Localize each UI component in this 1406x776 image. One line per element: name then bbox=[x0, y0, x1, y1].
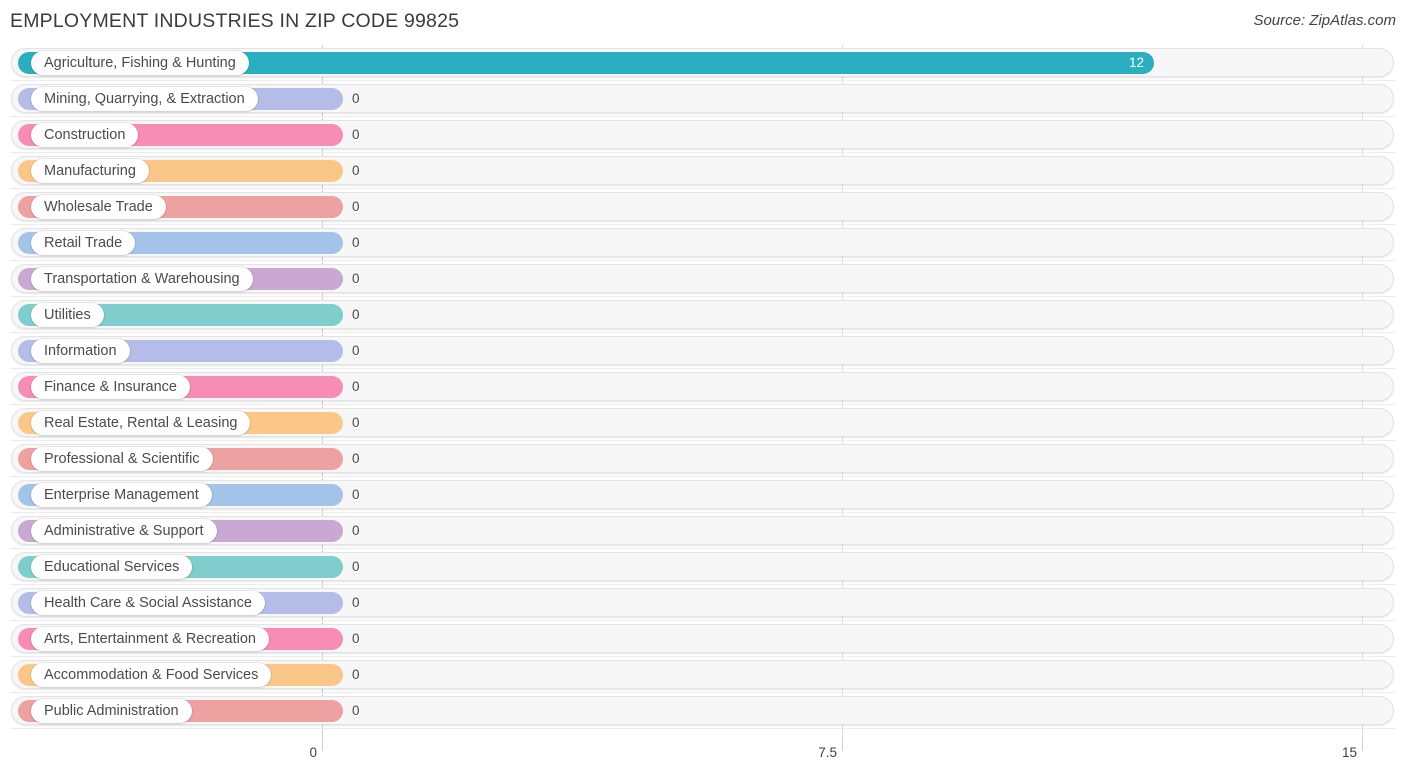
chart-row[interactable]: 0 Manufacturing bbox=[0, 153, 1406, 189]
bar-value-label: 12 bbox=[1128, 55, 1144, 70]
chart-row[interactable]: 0 Utilities bbox=[0, 297, 1406, 333]
axis-tick-label: 15 bbox=[1341, 745, 1357, 760]
chart-plot-area: 12 Agriculture, Fishing & Hunting 0 Mining,… bbox=[0, 45, 1406, 739]
chart-row[interactable]: 0 Administrative & Support bbox=[0, 513, 1406, 549]
chart-row[interactable]: 0 Transportation & Warehousing bbox=[0, 261, 1406, 297]
category-label: Transportation & Warehousing bbox=[31, 267, 253, 291]
category-label: Real Estate, Rental & Leasing bbox=[31, 411, 251, 435]
row-separator bbox=[10, 728, 1395, 729]
bar-value-label: 0 bbox=[352, 667, 360, 682]
bar-value-label: 0 bbox=[352, 235, 360, 250]
category-label: Educational Services bbox=[31, 555, 193, 579]
bar-value-label: 0 bbox=[352, 91, 360, 106]
category-label: Wholesale Trade bbox=[31, 195, 166, 219]
category-label: Utilities bbox=[31, 303, 104, 327]
axis-tick-label: 7.5 bbox=[818, 745, 837, 760]
bar-value-label: 0 bbox=[352, 271, 360, 286]
axis-tick-mark bbox=[322, 739, 323, 751]
chart-row[interactable]: 0 Educational Services bbox=[0, 549, 1406, 585]
category-label: Agriculture, Fishing & Hunting bbox=[31, 51, 249, 75]
chart-row[interactable]: 0 Mining, Quarrying, & Extraction bbox=[0, 81, 1406, 117]
bar-value-label: 0 bbox=[352, 451, 360, 466]
bar-value-label: 0 bbox=[352, 703, 360, 718]
chart-row[interactable]: 0 Health Care & Social Assistance bbox=[0, 585, 1406, 621]
category-label: Arts, Entertainment & Recreation bbox=[31, 627, 269, 651]
bar-value-label: 0 bbox=[352, 487, 360, 502]
category-label: Mining, Quarrying, & Extraction bbox=[31, 87, 258, 111]
category-label: Health Care & Social Assistance bbox=[31, 591, 265, 615]
category-label: Finance & Insurance bbox=[31, 375, 190, 399]
category-label: Information bbox=[31, 339, 130, 363]
chart-row[interactable]: 0 Retail Trade bbox=[0, 225, 1406, 261]
chart-header: EMPLOYMENT INDUSTRIES IN ZIP CODE 99825 … bbox=[0, 0, 1406, 45]
chart-row[interactable]: 0 Finance & Insurance bbox=[0, 369, 1406, 405]
bar-value-label: 0 bbox=[352, 343, 360, 358]
source-attribution: Source: ZipAtlas.com bbox=[1253, 12, 1396, 29]
category-label: Administrative & Support bbox=[31, 519, 217, 543]
category-label: Retail Trade bbox=[31, 231, 136, 255]
chart-row[interactable]: 0 Arts, Entertainment & Recreation bbox=[0, 621, 1406, 657]
axis-tick-label: 0 bbox=[309, 745, 317, 760]
chart-row[interactable]: 0 Wholesale Trade bbox=[0, 189, 1406, 225]
bar-value-label: 0 bbox=[352, 559, 360, 574]
bar-value-label: 0 bbox=[352, 199, 360, 214]
bar-value-label: 0 bbox=[352, 415, 360, 430]
chart-row[interactable]: 0 Enterprise Management bbox=[0, 477, 1406, 513]
x-axis: 0 7.5 15 bbox=[0, 739, 1406, 776]
chart-row[interactable]: 0 Real Estate, Rental & Leasing bbox=[0, 405, 1406, 441]
chart-row[interactable]: 12 Agriculture, Fishing & Hunting bbox=[0, 45, 1406, 81]
category-label: Accommodation & Food Services bbox=[31, 663, 272, 687]
bar-value-label: 0 bbox=[352, 127, 360, 142]
chart-row[interactable]: 0 Information bbox=[0, 333, 1406, 369]
chart-row[interactable]: 0 Professional & Scientific bbox=[0, 441, 1406, 477]
bar-value-label: 0 bbox=[352, 307, 360, 322]
axis-tick-mark bbox=[842, 739, 843, 751]
bar-value-label: 0 bbox=[352, 631, 360, 646]
category-label: Manufacturing bbox=[31, 159, 149, 183]
category-label: Construction bbox=[31, 123, 139, 147]
bar-value-label: 0 bbox=[352, 163, 360, 178]
chart-row[interactable]: 0 Public Administration bbox=[0, 693, 1406, 729]
category-label: Professional & Scientific bbox=[31, 447, 213, 471]
category-label: Public Administration bbox=[31, 699, 192, 723]
axis-tick-mark bbox=[1362, 739, 1363, 751]
page-title: EMPLOYMENT INDUSTRIES IN ZIP CODE 99825 bbox=[10, 10, 460, 32]
bar-value-label: 0 bbox=[352, 379, 360, 394]
chart-row[interactable]: 0 Accommodation & Food Services bbox=[0, 657, 1406, 693]
bar-value-label: 0 bbox=[352, 523, 360, 538]
category-label: Enterprise Management bbox=[31, 483, 212, 507]
bar-value-label: 0 bbox=[352, 595, 360, 610]
chart-row[interactable]: 0 Construction bbox=[0, 117, 1406, 153]
